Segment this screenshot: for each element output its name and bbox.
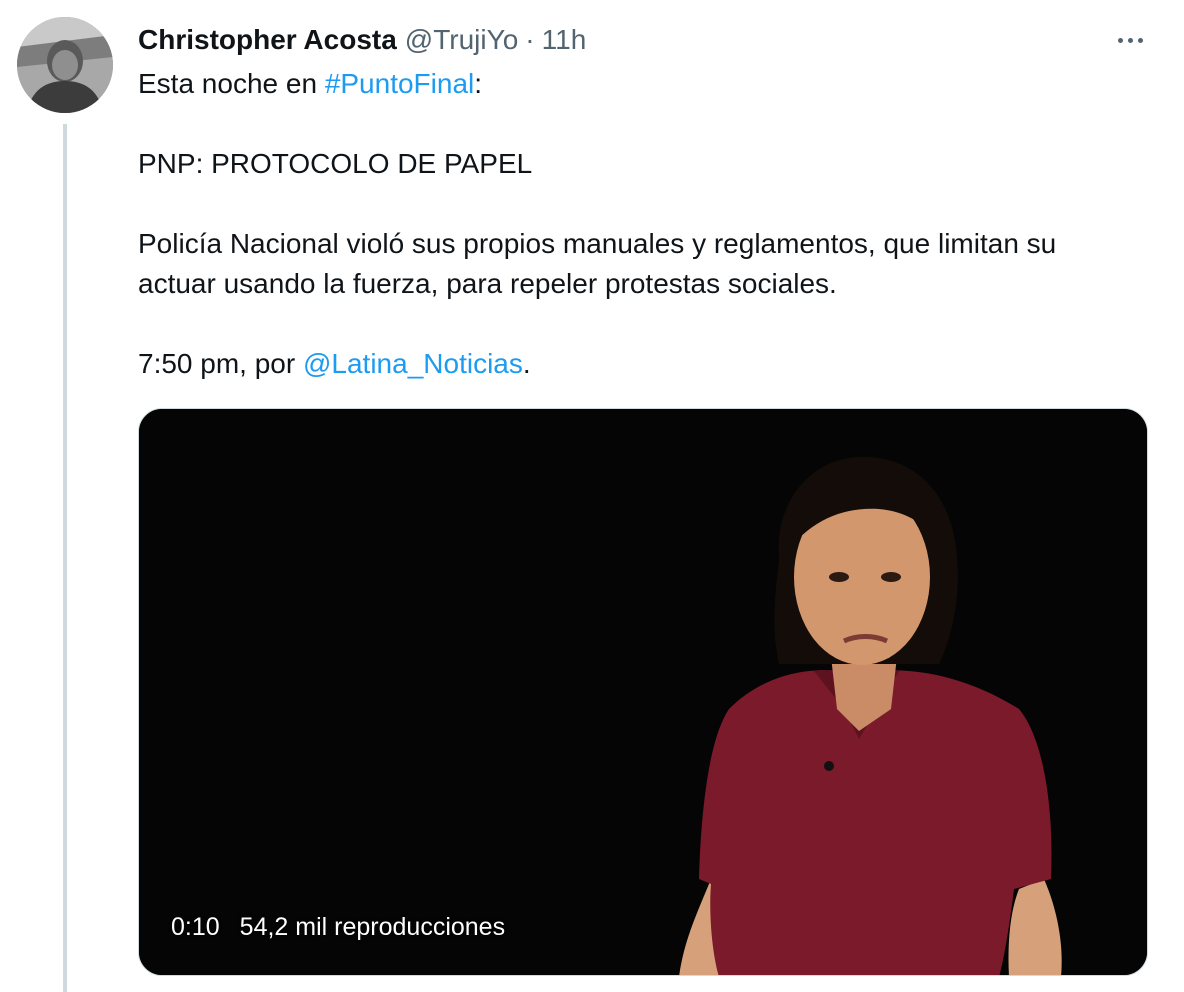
more-dot xyxy=(1117,37,1123,43)
video-overlay: 0:10 54,2 mil reproducciones xyxy=(171,913,505,942)
mention-link[interactable]: @Latina_Noticias xyxy=(303,348,523,379)
thread-line xyxy=(63,124,67,992)
more-horizontal-icon[interactable] xyxy=(1108,24,1152,56)
author-handle[interactable]: @TrujiYo xyxy=(405,24,519,56)
tweet-text: Esta noche en #PuntoFinal: PNP: PROTOCOL… xyxy=(138,64,1138,384)
video-duration: 0:10 xyxy=(171,913,220,941)
tweet-timestamp[interactable]: 11h xyxy=(542,24,587,56)
text-segment: . xyxy=(522,348,531,379)
video-view-count: 54,2 mil reproducciones xyxy=(239,913,506,941)
avatar[interactable] xyxy=(17,17,113,113)
line-break xyxy=(138,104,1138,144)
author-name[interactable]: Christopher Acosta xyxy=(138,24,397,56)
text-segment: : xyxy=(474,68,483,99)
video-player[interactable]: 0:10 54,2 mil reproducciones xyxy=(138,408,1148,976)
video-frame xyxy=(139,409,1147,975)
text-segment: 7:50 pm, por xyxy=(138,348,303,379)
more-dot xyxy=(1127,37,1133,43)
tweet-line: Policía Nacional violó sus propios manua… xyxy=(138,228,1057,299)
tweet-line: PNP: PROTOCOLO DE PAPEL xyxy=(138,148,533,179)
tweet[interactable]: Christopher Acosta @TrujiYo · 11h Esta n… xyxy=(0,0,1184,992)
separator-dot: · xyxy=(525,24,535,55)
line-break xyxy=(138,304,1138,344)
tweet-line: Esta noche en #PuntoFinal: xyxy=(138,64,1138,104)
text-segment: Esta noche en xyxy=(138,68,325,99)
hashtag-link[interactable]: #PuntoFinal xyxy=(325,68,474,99)
more-dot xyxy=(1137,37,1143,43)
line-break xyxy=(138,184,1138,224)
tweet-header: Christopher Acosta @TrujiYo · 11h xyxy=(138,20,586,60)
tweet-line: 7:50 pm, por @Latina_Noticias. xyxy=(138,344,1138,384)
